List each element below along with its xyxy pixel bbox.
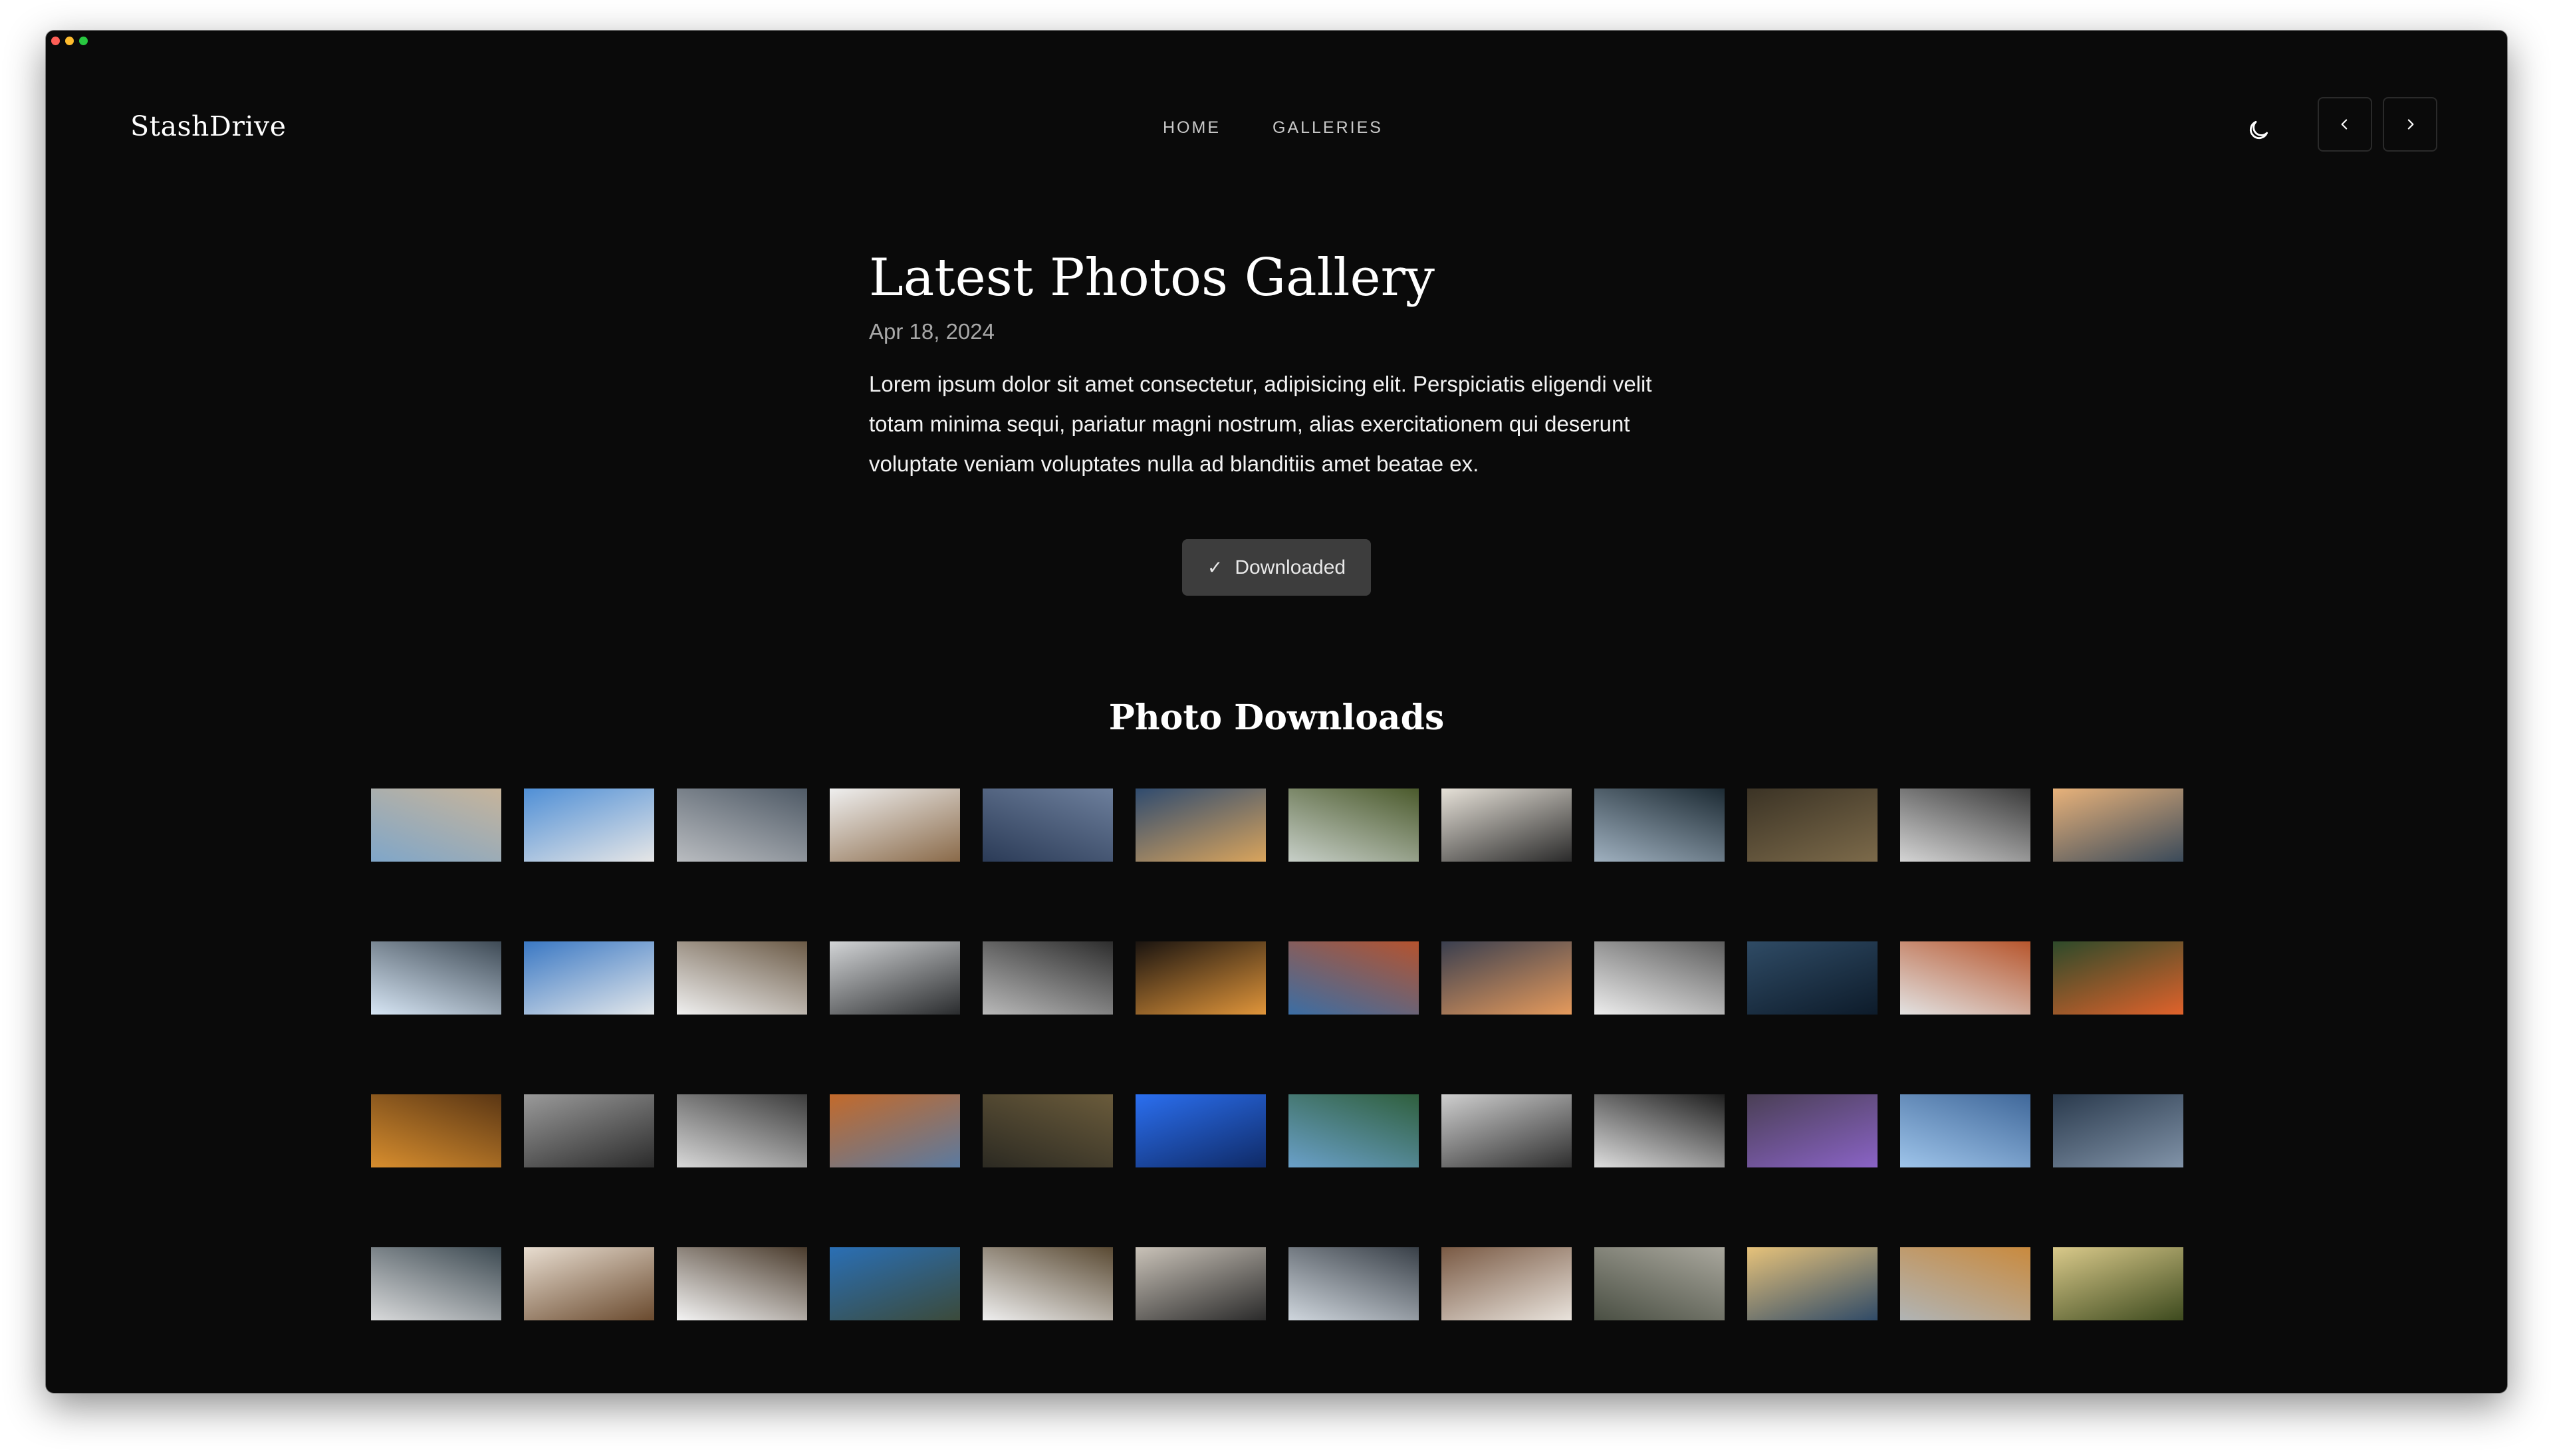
photo-thumbnail[interactable]: [1136, 789, 1266, 862]
photo-thumbnail[interactable]: [1136, 1247, 1266, 1320]
publish-date: Apr 18, 2024: [869, 318, 995, 344]
photo-thumbnail[interactable]: [371, 789, 501, 862]
photo-thumbnail[interactable]: [1288, 1094, 1419, 1167]
site-header: StashDrive HOME GALLERIES: [46, 31, 2507, 190]
photo-thumbnail[interactable]: [1594, 941, 1725, 1015]
photo-thumbnail[interactable]: [1594, 789, 1725, 862]
photo-thumbnail[interactable]: [1900, 1094, 2030, 1167]
photo-thumbnail[interactable]: [983, 789, 1113, 862]
gallery-description: Lorem ipsum dolor sit amet consectetur, …: [869, 371, 1652, 476]
photo-thumbnail[interactable]: [830, 789, 960, 862]
download-button-label: Downloaded: [1235, 556, 1346, 578]
page-title: Latest Photos Gallery: [869, 248, 1435, 308]
photo-thumbnail[interactable]: [830, 941, 960, 1015]
check-icon: ✓: [1207, 557, 1223, 578]
brand-logo[interactable]: StashDrive: [130, 110, 286, 142]
photo-thumbnail[interactable]: [1594, 1247, 1725, 1320]
nav-link-home[interactable]: HOME: [1163, 118, 1221, 138]
photo-thumbnail[interactable]: [1900, 941, 2030, 1015]
photo-thumbnail[interactable]: [983, 1247, 1113, 1320]
photo-thumbnail[interactable]: [830, 1247, 960, 1320]
photo-thumbnail[interactable]: [371, 1247, 501, 1320]
photo-thumbnail[interactable]: [677, 1247, 807, 1320]
photo-thumbnail[interactable]: [524, 789, 654, 862]
photo-thumbnail[interactable]: [371, 941, 501, 1015]
photo-thumbnail[interactable]: [2053, 941, 2183, 1015]
next-button[interactable]: [2383, 97, 2437, 152]
photo-thumbnail[interactable]: [371, 1094, 501, 1167]
photo-thumbnail[interactable]: [1288, 789, 1419, 862]
photo-thumbnail[interactable]: [1747, 789, 1878, 862]
photo-thumbnail[interactable]: [1747, 941, 1878, 1015]
photo-thumbnail[interactable]: [1288, 1247, 1419, 1320]
photo-thumbnail[interactable]: [2053, 1247, 2183, 1320]
photo-thumbnail[interactable]: [677, 941, 807, 1015]
moon-icon: [2249, 120, 2268, 140]
photo-thumbnail[interactable]: [1441, 1094, 1572, 1167]
photo-thumbnail[interactable]: [677, 1094, 807, 1167]
chevron-left-icon: [2341, 119, 2348, 130]
photo-thumbnail[interactable]: [830, 1094, 960, 1167]
nav-link-galleries[interactable]: GALLERIES: [1273, 118, 1383, 138]
photo-thumbnail[interactable]: [983, 941, 1113, 1015]
photo-thumbnail[interactable]: [524, 1247, 654, 1320]
photo-downloads-heading: Photo Downloads: [1108, 697, 1445, 739]
photo-thumbnail[interactable]: [983, 1094, 1113, 1167]
photo-thumbnail[interactable]: [524, 941, 654, 1015]
main-nav: HOME GALLERIES: [1163, 118, 1383, 138]
theme-toggle-button[interactable]: [2240, 112, 2277, 149]
photo-thumbnail[interactable]: [2053, 1094, 2183, 1167]
photo-thumbnail[interactable]: [1594, 1094, 1725, 1167]
photo-thumbnail[interactable]: [1747, 1094, 1878, 1167]
photo-thumbnail[interactable]: [1441, 789, 1572, 862]
browser-window: StashDrive HOME GALLERIES Latest Photos …: [46, 31, 2507, 1393]
download-button[interactable]: ✓ Downloaded: [1182, 539, 1371, 596]
photo-grid: [371, 789, 2183, 1320]
previous-button[interactable]: [2318, 97, 2372, 152]
photo-thumbnail[interactable]: [1441, 1247, 1572, 1320]
photo-thumbnail[interactable]: [677, 789, 807, 862]
photo-thumbnail[interactable]: [2053, 789, 2183, 862]
photo-thumbnail[interactable]: [524, 1094, 654, 1167]
photo-thumbnail[interactable]: [1288, 941, 1419, 1015]
photo-thumbnail[interactable]: [1136, 941, 1266, 1015]
chevron-right-icon: [2407, 119, 2414, 130]
photo-thumbnail[interactable]: [1441, 941, 1572, 1015]
photo-thumbnail[interactable]: [1747, 1247, 1878, 1320]
photo-thumbnail[interactable]: [1136, 1094, 1266, 1167]
photo-thumbnail[interactable]: [1900, 1247, 2030, 1320]
gallery-intro: Latest Photos Gallery Apr 18, 2024 Lorem…: [869, 248, 1733, 506]
photo-thumbnail[interactable]: [1900, 789, 2030, 862]
